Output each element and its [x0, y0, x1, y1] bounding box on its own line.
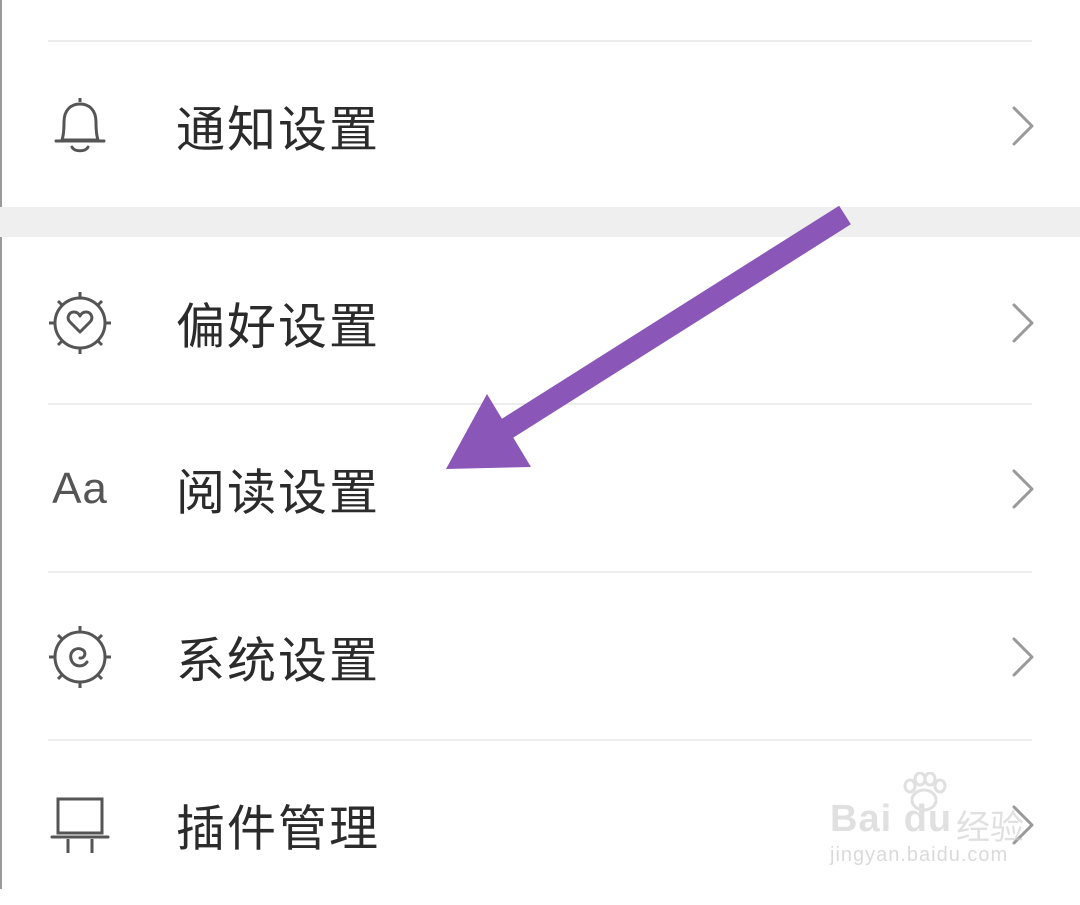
text-aa-glyph: Aa	[52, 464, 108, 513]
watermark-url: jingyan.baidu.com	[830, 844, 1009, 866]
divider	[48, 571, 1032, 573]
baidu-watermark: Bai du 经验 jingyan.baidu.com	[826, 770, 1026, 870]
settings-row-system[interactable]: 系统设置	[0, 577, 1080, 737]
divider	[48, 40, 1032, 42]
chevron-right-icon	[1010, 104, 1038, 148]
settings-row-notifications[interactable]: 通知设置	[0, 46, 1080, 206]
watermark-brand: Bai du	[830, 798, 953, 840]
chevron-right-icon	[1010, 635, 1038, 679]
gear-swirl-icon	[44, 621, 116, 693]
settings-row-preferences[interactable]: 偏好设置	[0, 243, 1080, 403]
bell-icon	[44, 90, 116, 162]
plugin-icon	[44, 789, 116, 861]
settings-row-label: 阅读设置	[176, 464, 381, 522]
chevron-right-icon	[1010, 467, 1038, 511]
settings-row-label: 偏好设置	[176, 298, 381, 356]
watermark-cn: 经验	[956, 808, 1024, 848]
settings-row-label: 通知设置	[176, 101, 381, 159]
settings-row-label: 插件管理	[176, 800, 381, 858]
heart-badge-icon	[44, 287, 116, 359]
settings-row-label: 系统设置	[176, 632, 381, 690]
section-separator	[0, 207, 1080, 237]
text-aa-icon: Aa	[44, 453, 116, 525]
chevron-right-icon	[1010, 301, 1038, 345]
settings-row-reading[interactable]: Aa 阅读设置	[0, 409, 1080, 569]
divider	[48, 403, 1032, 405]
divider	[48, 739, 1032, 741]
